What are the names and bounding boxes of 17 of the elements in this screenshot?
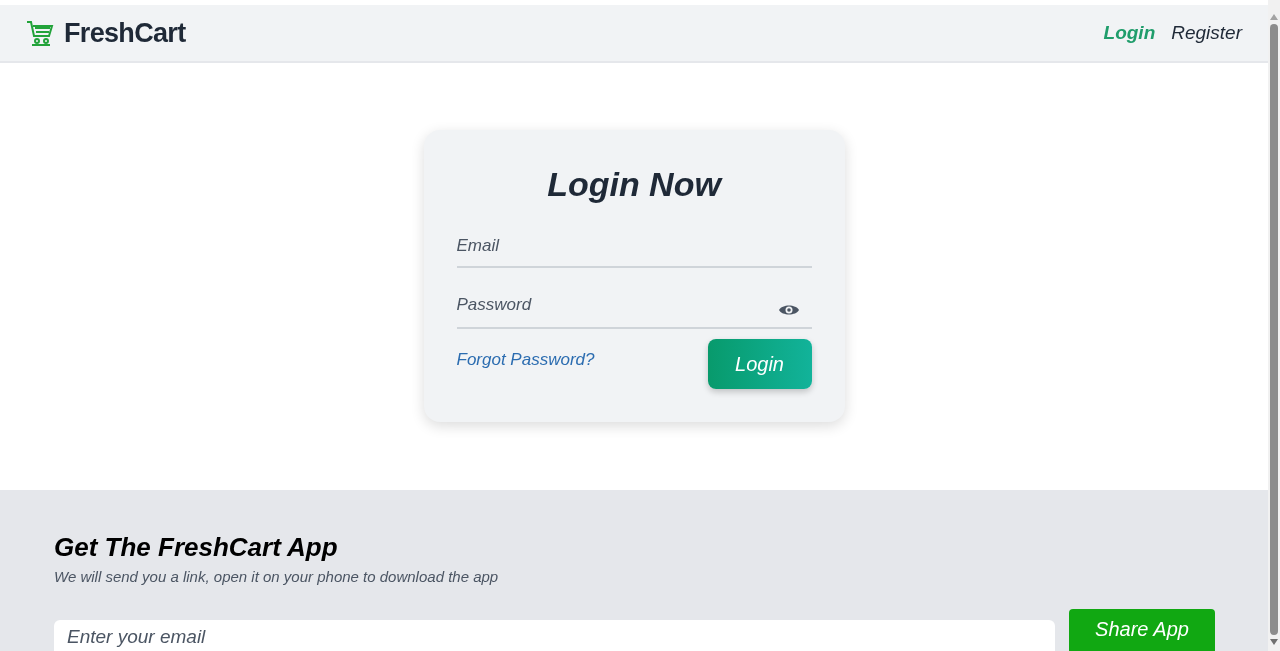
email-input-field[interactable]: Email	[456, 206, 812, 268]
scrollbar[interactable]	[1268, 0, 1280, 651]
nav-link[interactable]: Register	[1171, 18, 1242, 48]
forgot-password-link[interactable]: Forgot Password?	[456, 347, 595, 373]
scrollbar-thumb[interactable]	[1270, 24, 1278, 635]
app-title: Get The FreshCart App	[54, 531, 338, 563]
app-subtitle: We will send you a link, open it on your phone to download the app	[54, 567, 499, 587]
email-input-field[interactable]: Enter your email	[54, 620, 1055, 651]
scroll-down-arrow-icon[interactable]	[1270, 639, 1278, 645]
eye-icon[interactable]	[778, 303, 799, 317]
share-app-link-button[interactable]: Share App	[1069, 609, 1215, 651]
scroll-up-arrow-icon[interactable]	[1270, 14, 1278, 20]
login-title: Login Now	[546, 164, 724, 205]
nav-link[interactable]: Login	[1103, 18, 1156, 48]
logo-text: FreshCart	[64, 19, 186, 47]
login-button[interactable]: Login	[707, 339, 812, 389]
shopping-cart-icon	[26, 19, 54, 47]
